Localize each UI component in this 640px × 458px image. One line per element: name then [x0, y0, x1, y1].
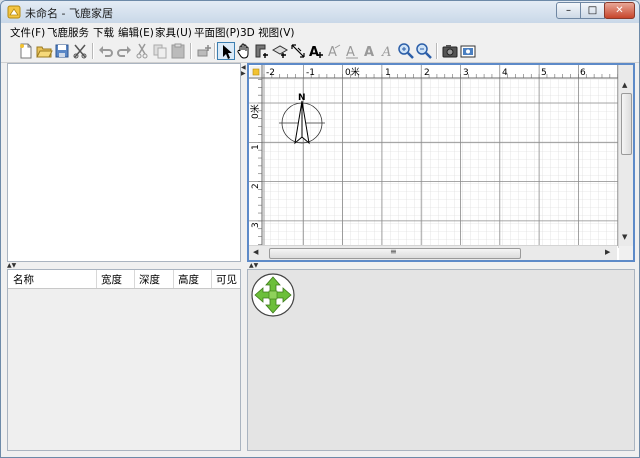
x-tick-7: 5	[541, 68, 547, 78]
italic-text-icon[interactable]: A	[379, 42, 397, 60]
x-tick-8: 6	[580, 68, 586, 78]
maximize-button[interactable]: □	[580, 2, 605, 19]
menu-furniture[interactable]: 家具(U)	[155, 25, 192, 40]
minimize-button[interactable]: –	[556, 2, 581, 19]
create-rooms-icon[interactable]	[271, 42, 289, 60]
left-splitter-arrows-icon[interactable]: ▲▼	[7, 262, 16, 269]
create-dimensions-icon[interactable]	[289, 42, 307, 60]
title-bar: 未命名 - 飞鹿家居 – □ ✕	[1, 1, 639, 23]
zoom-in-icon[interactable]	[397, 42, 415, 60]
x-tick-3: 1	[385, 68, 391, 78]
y-tick-3: 3	[251, 222, 261, 228]
x-tick-0: -2	[266, 68, 275, 78]
menu-feilu-service[interactable]: 飞鹿服务	[47, 25, 89, 40]
compass-north-label: N	[298, 93, 306, 103]
column-depth[interactable]: 深度	[139, 272, 160, 287]
plan-horizontal-scrollbar[interactable]: ◀ ≡ ▶	[249, 245, 617, 260]
scroll-grip-icon: ≡	[390, 247, 397, 256]
plan-grid[interactable]: -2 -1 0米 1 2 3 4 5 6 0米 1 2 3 N	[249, 65, 633, 246]
scroll-corner	[619, 246, 633, 260]
scroll-down-icon[interactable]: ▼	[622, 233, 627, 241]
x-tick-5: 3	[463, 68, 469, 78]
photo-camera-icon[interactable]	[441, 42, 459, 60]
close-icon: ✕	[615, 5, 624, 16]
plan-vertical-scrollbar[interactable]: ▲ ▼	[618, 65, 633, 248]
column-divider[interactable]	[96, 270, 97, 288]
toolbar: A A A A A	[1, 40, 639, 63]
x-tick-1: -1	[306, 68, 315, 78]
toolbar-separator	[92, 43, 94, 59]
menu-3d-view[interactable]: 3D 视图(V)	[240, 25, 294, 40]
add-furniture-icon[interactable]	[195, 42, 213, 60]
column-divider[interactable]	[211, 270, 212, 288]
column-height[interactable]: 高度	[178, 272, 199, 287]
scroll-up-icon[interactable]: ▲	[622, 81, 627, 89]
plan-view-pane[interactable]: -2 -1 0米 1 2 3 4 5 6 0米 1 2 3 N ◀ ≡ ▶ ▲ …	[247, 63, 635, 262]
cut-icon[interactable]	[133, 42, 151, 60]
text-style-2-icon[interactable]: A	[343, 42, 361, 60]
close-button[interactable]: ✕	[604, 2, 635, 19]
right-splitter-arrows-icon[interactable]: ▲▼	[249, 262, 258, 269]
x-tick-6: 4	[502, 68, 508, 78]
navigation-arrows-icon[interactable]	[250, 272, 296, 318]
redo-icon[interactable]	[115, 42, 133, 60]
svg-text:A: A	[364, 45, 374, 60]
window-title: 未命名 - 飞鹿家居	[25, 7, 113, 20]
text-style-1-icon[interactable]: A	[325, 42, 343, 60]
maximize-icon: □	[587, 5, 598, 16]
svg-text:A: A	[381, 45, 391, 60]
x-tick-2: 0米	[345, 66, 360, 78]
add-text-icon[interactable]: A	[307, 42, 325, 60]
paste-icon[interactable]	[169, 42, 187, 60]
menu-download[interactable]: 下载	[93, 25, 114, 40]
y-tick-0: 0米	[249, 104, 261, 119]
furniture-table-header: 名称 宽度 深度 高度 可见	[8, 270, 240, 289]
menu-edit[interactable]: 编辑(E)	[118, 25, 154, 40]
furniture-list-pane[interactable]: 名称 宽度 深度 高度 可见	[7, 269, 241, 451]
ruler-corner-icon	[252, 68, 260, 76]
new-file-icon[interactable]	[17, 42, 35, 60]
column-name[interactable]: 名称	[13, 272, 34, 287]
save-icon[interactable]	[53, 42, 71, 60]
y-tick-1: 1	[251, 144, 261, 150]
column-width[interactable]: 宽度	[101, 272, 122, 287]
zoom-out-icon[interactable]	[415, 42, 433, 60]
create-walls-icon[interactable]	[253, 42, 271, 60]
toolbar-separator	[214, 43, 216, 59]
scroll-right-icon[interactable]: ▶	[605, 248, 610, 256]
menu-file[interactable]: 文件(F)	[10, 25, 45, 40]
x-tick-4: 2	[424, 68, 430, 78]
3d-view-pane[interactable]	[247, 269, 635, 451]
app-window: 未命名 - 飞鹿家居 – □ ✕ 文件(F) 飞鹿服务 下载 编辑(E) 家具(…	[0, 0, 640, 458]
pan-hand-icon[interactable]	[235, 42, 253, 60]
app-logo-icon	[7, 5, 21, 19]
open-folder-icon[interactable]	[35, 42, 53, 60]
toolbar-separator	[436, 43, 438, 59]
column-divider[interactable]	[134, 270, 135, 288]
column-visible[interactable]: 可见	[216, 272, 237, 287]
column-divider[interactable]	[173, 270, 174, 288]
copy-icon[interactable]	[151, 42, 169, 60]
y-tick-2: 2	[251, 183, 261, 189]
vertical-scroll-thumb[interactable]	[621, 93, 632, 155]
scroll-left-icon[interactable]: ◀	[253, 248, 258, 256]
select-arrow-icon[interactable]	[217, 42, 235, 60]
minimize-icon: –	[566, 5, 571, 16]
menu-plan[interactable]: 平面图(P)	[194, 25, 240, 40]
toolbar-separator	[190, 43, 192, 59]
furniture-catalog-pane[interactable]	[7, 63, 241, 262]
cut-tools-icon[interactable]	[71, 42, 89, 60]
video-icon[interactable]	[459, 42, 477, 60]
bold-text-icon[interactable]: A	[361, 42, 379, 60]
undo-icon[interactable]	[97, 42, 115, 60]
menu-bar: 文件(F) 飞鹿服务 下载 编辑(E) 家具(U) 平面图(P) 3D 视图(V…	[1, 23, 639, 40]
svg-text:A: A	[309, 45, 319, 60]
horizontal-scroll-thumb[interactable]: ≡	[269, 247, 521, 259]
